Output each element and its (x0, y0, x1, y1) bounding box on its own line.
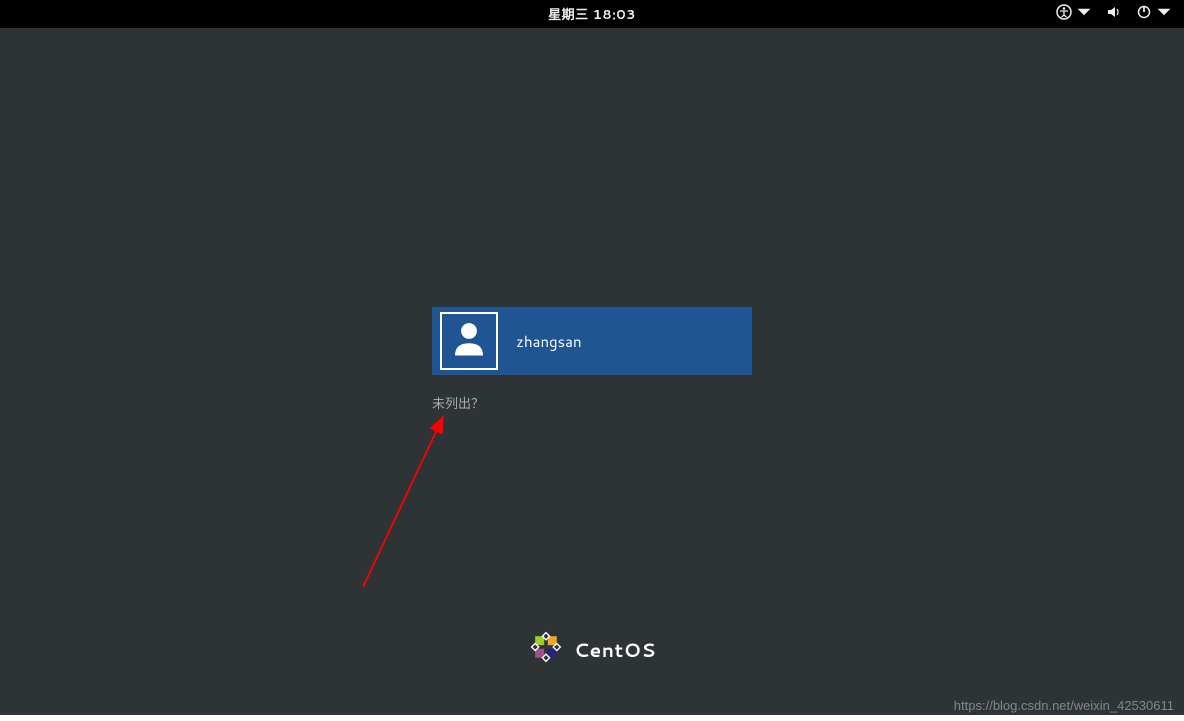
username-label: zhangsan (516, 331, 582, 352)
power-icon (1136, 3, 1152, 26)
os-name-label: CentOS (574, 637, 656, 664)
watermark-text: https://blog.csdn.net/weixin_42530611 (954, 698, 1174, 713)
power-menu[interactable] (1136, 3, 1172, 26)
volume-button[interactable] (1106, 3, 1122, 26)
top-bar: 星期三 18:03 (0, 0, 1184, 28)
login-panel: zhangsan 未列出？ (432, 307, 752, 414)
bottom-strip (0, 715, 1184, 721)
accessibility-icon (1056, 3, 1072, 26)
user-list-item[interactable]: zhangsan (432, 307, 752, 375)
chevron-down-icon (1156, 3, 1172, 26)
avatar (440, 312, 498, 370)
user-icon (448, 317, 490, 365)
os-branding: CentOS (528, 629, 656, 671)
system-menu-area (1056, 0, 1172, 28)
centos-logo-icon (528, 629, 564, 671)
annotation-arrow (353, 407, 463, 597)
volume-icon (1106, 3, 1122, 26)
chevron-down-icon (1076, 3, 1092, 26)
datetime-label: 星期三 18:03 (548, 4, 636, 24)
accessibility-menu[interactable] (1056, 3, 1092, 26)
not-listed-link[interactable]: 未列出？ (432, 393, 484, 413)
